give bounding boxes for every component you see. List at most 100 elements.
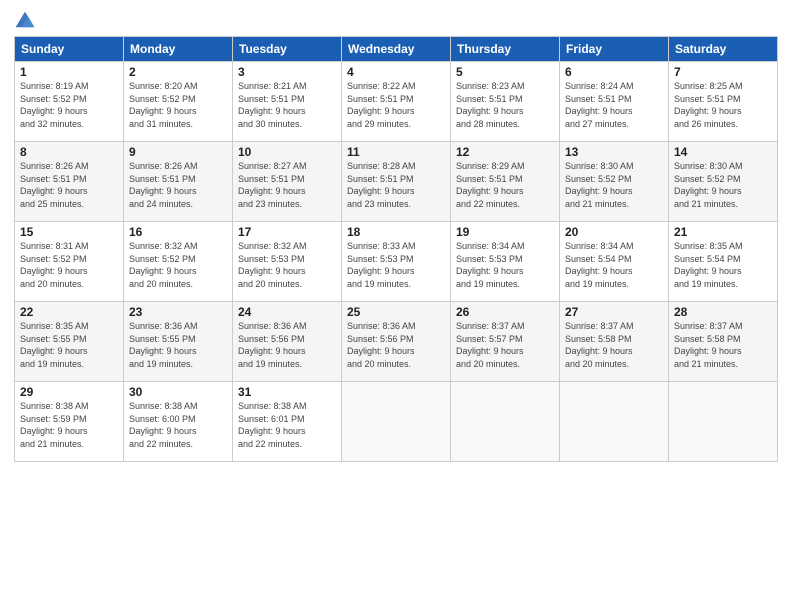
day-number: 3 <box>238 65 336 79</box>
day-info: Sunrise: 8:35 AM Sunset: 5:54 PM Dayligh… <box>674 240 772 290</box>
day-info: Sunrise: 8:19 AM Sunset: 5:52 PM Dayligh… <box>20 80 118 130</box>
day-number: 2 <box>129 65 227 79</box>
day-info: Sunrise: 8:28 AM Sunset: 5:51 PM Dayligh… <box>347 160 445 210</box>
day-number: 24 <box>238 305 336 319</box>
calendar-cell: 30Sunrise: 8:38 AM Sunset: 6:00 PM Dayli… <box>124 382 233 462</box>
calendar-cell: 7Sunrise: 8:25 AM Sunset: 5:51 PM Daylig… <box>669 62 778 142</box>
calendar-cell: 18Sunrise: 8:33 AM Sunset: 5:53 PM Dayli… <box>342 222 451 302</box>
calendar-week-row: 8 Sunrise: 8:26 AM Sunset: 5:51 PM Daylig… <box>15 142 778 222</box>
calendar-cell: 9Sunrise: 8:26 AM Sunset: 5:51 PM Daylig… <box>124 142 233 222</box>
day-number: 16 <box>129 225 227 239</box>
day-number: 12 <box>456 145 554 159</box>
day-info: Sunrise: 8:23 AM Sunset: 5:51 PM Dayligh… <box>456 80 554 130</box>
day-info: Sunrise: 8:35 AM Sunset: 5:55 PM Dayligh… <box>20 320 118 370</box>
day-number: 10 <box>238 145 336 159</box>
day-number: 18 <box>347 225 445 239</box>
day-number: 19 <box>456 225 554 239</box>
day-info: Sunrise: 8:36 AM Sunset: 5:55 PM Dayligh… <box>129 320 227 370</box>
day-info: Sunrise: 8:32 AM Sunset: 5:53 PM Dayligh… <box>238 240 336 290</box>
calendar-cell: 11Sunrise: 8:28 AM Sunset: 5:51 PM Dayli… <box>342 142 451 222</box>
calendar-header-sunday: Sunday <box>15 37 124 62</box>
calendar-cell <box>342 382 451 462</box>
calendar-cell: 21Sunrise: 8:35 AM Sunset: 5:54 PM Dayli… <box>669 222 778 302</box>
day-info: Sunrise: 8:38 AM Sunset: 5:59 PM Dayligh… <box>20 400 118 450</box>
day-info: Sunrise: 8:30 AM Sunset: 5:52 PM Dayligh… <box>565 160 663 210</box>
calendar-cell: 4Sunrise: 8:22 AM Sunset: 5:51 PM Daylig… <box>342 62 451 142</box>
logo <box>14 10 38 32</box>
calendar-cell: 5Sunrise: 8:23 AM Sunset: 5:51 PM Daylig… <box>451 62 560 142</box>
day-number: 1 <box>20 65 118 79</box>
day-info: Sunrise: 8:27 AM Sunset: 5:51 PM Dayligh… <box>238 160 336 210</box>
calendar-cell: 13Sunrise: 8:30 AM Sunset: 5:52 PM Dayli… <box>560 142 669 222</box>
calendar-cell: 22Sunrise: 8:35 AM Sunset: 5:55 PM Dayli… <box>15 302 124 382</box>
calendar-header-row: SundayMondayTuesdayWednesdayThursdayFrid… <box>15 37 778 62</box>
day-info: Sunrise: 8:37 AM Sunset: 5:57 PM Dayligh… <box>456 320 554 370</box>
day-number: 14 <box>674 145 772 159</box>
calendar-cell: 29Sunrise: 8:38 AM Sunset: 5:59 PM Dayli… <box>15 382 124 462</box>
day-number: 30 <box>129 385 227 399</box>
header <box>14 10 778 32</box>
day-info: Sunrise: 8:37 AM Sunset: 5:58 PM Dayligh… <box>674 320 772 370</box>
day-number: 9 <box>129 145 227 159</box>
day-info: Sunrise: 8:33 AM Sunset: 5:53 PM Dayligh… <box>347 240 445 290</box>
day-info: Sunrise: 8:26 AM Sunset: 5:51 PM Dayligh… <box>129 160 227 210</box>
day-number: 28 <box>674 305 772 319</box>
day-number: 13 <box>565 145 663 159</box>
calendar-week-row: 29Sunrise: 8:38 AM Sunset: 5:59 PM Dayli… <box>15 382 778 462</box>
calendar-cell: 24Sunrise: 8:36 AM Sunset: 5:56 PM Dayli… <box>233 302 342 382</box>
day-number: 26 <box>456 305 554 319</box>
calendar-cell: 23Sunrise: 8:36 AM Sunset: 5:55 PM Dayli… <box>124 302 233 382</box>
calendar-cell: 14Sunrise: 8:30 AM Sunset: 5:52 PM Dayli… <box>669 142 778 222</box>
day-number: 31 <box>238 385 336 399</box>
logo-icon <box>14 10 36 32</box>
calendar-week-row: 1Sunrise: 8:19 AM Sunset: 5:52 PM Daylig… <box>15 62 778 142</box>
day-number: 22 <box>20 305 118 319</box>
calendar-cell: 8Sunrise: 8:26 AM Sunset: 5:51 PM Daylig… <box>15 142 124 222</box>
calendar-cell: 3Sunrise: 8:21 AM Sunset: 5:51 PM Daylig… <box>233 62 342 142</box>
calendar-cell: 26Sunrise: 8:37 AM Sunset: 5:57 PM Dayli… <box>451 302 560 382</box>
day-info: Sunrise: 8:38 AM Sunset: 6:00 PM Dayligh… <box>129 400 227 450</box>
calendar-cell: 16Sunrise: 8:32 AM Sunset: 5:52 PM Dayli… <box>124 222 233 302</box>
day-number: 5 <box>456 65 554 79</box>
calendar-cell: 19Sunrise: 8:34 AM Sunset: 5:53 PM Dayli… <box>451 222 560 302</box>
calendar-cell: 28Sunrise: 8:37 AM Sunset: 5:58 PM Dayli… <box>669 302 778 382</box>
calendar-cell: 6Sunrise: 8:24 AM Sunset: 5:51 PM Daylig… <box>560 62 669 142</box>
calendar-cell: 12Sunrise: 8:29 AM Sunset: 5:51 PM Dayli… <box>451 142 560 222</box>
day-number: 15 <box>20 225 118 239</box>
day-info: Sunrise: 8:22 AM Sunset: 5:51 PM Dayligh… <box>347 80 445 130</box>
day-info: Sunrise: 8:32 AM Sunset: 5:52 PM Dayligh… <box>129 240 227 290</box>
calendar-cell: 25Sunrise: 8:36 AM Sunset: 5:56 PM Dayli… <box>342 302 451 382</box>
day-number: 25 <box>347 305 445 319</box>
calendar-week-row: 15Sunrise: 8:31 AM Sunset: 5:52 PM Dayli… <box>15 222 778 302</box>
day-number: 8 <box>20 145 118 159</box>
day-number: 11 <box>347 145 445 159</box>
calendar-cell <box>451 382 560 462</box>
calendar-header-monday: Monday <box>124 37 233 62</box>
day-info: Sunrise: 8:36 AM Sunset: 5:56 PM Dayligh… <box>238 320 336 370</box>
day-number: 20 <box>565 225 663 239</box>
day-number: 4 <box>347 65 445 79</box>
day-info: Sunrise: 8:31 AM Sunset: 5:52 PM Dayligh… <box>20 240 118 290</box>
calendar-cell: 31Sunrise: 8:38 AM Sunset: 6:01 PM Dayli… <box>233 382 342 462</box>
calendar-cell: 1Sunrise: 8:19 AM Sunset: 5:52 PM Daylig… <box>15 62 124 142</box>
calendar-table: SundayMondayTuesdayWednesdayThursdayFrid… <box>14 36 778 462</box>
day-info: Sunrise: 8:21 AM Sunset: 5:51 PM Dayligh… <box>238 80 336 130</box>
day-info: Sunrise: 8:25 AM Sunset: 5:51 PM Dayligh… <box>674 80 772 130</box>
calendar-cell: 20Sunrise: 8:34 AM Sunset: 5:54 PM Dayli… <box>560 222 669 302</box>
calendar-cell <box>669 382 778 462</box>
day-info: Sunrise: 8:29 AM Sunset: 5:51 PM Dayligh… <box>456 160 554 210</box>
calendar-header-saturday: Saturday <box>669 37 778 62</box>
day-info: Sunrise: 8:37 AM Sunset: 5:58 PM Dayligh… <box>565 320 663 370</box>
calendar-cell: 27Sunrise: 8:37 AM Sunset: 5:58 PM Dayli… <box>560 302 669 382</box>
calendar-cell: 2Sunrise: 8:20 AM Sunset: 5:52 PM Daylig… <box>124 62 233 142</box>
calendar-cell <box>560 382 669 462</box>
calendar-header-friday: Friday <box>560 37 669 62</box>
day-number: 23 <box>129 305 227 319</box>
day-info: Sunrise: 8:38 AM Sunset: 6:01 PM Dayligh… <box>238 400 336 450</box>
day-info: Sunrise: 8:30 AM Sunset: 5:52 PM Dayligh… <box>674 160 772 210</box>
calendar-header-tuesday: Tuesday <box>233 37 342 62</box>
day-info: Sunrise: 8:34 AM Sunset: 5:54 PM Dayligh… <box>565 240 663 290</box>
calendar-header-thursday: Thursday <box>451 37 560 62</box>
day-number: 29 <box>20 385 118 399</box>
calendar-cell: 15Sunrise: 8:31 AM Sunset: 5:52 PM Dayli… <box>15 222 124 302</box>
